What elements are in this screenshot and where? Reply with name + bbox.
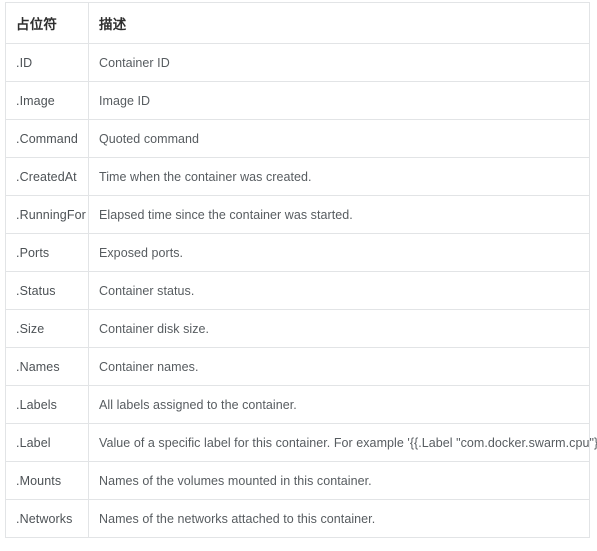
table-row: .CreatedAt Time when the container was cr… — [5, 157, 590, 196]
description-cell: Time when the container was created. — [88, 157, 590, 196]
description-cell: Exposed ports. — [88, 233, 590, 272]
placeholder-cell: .Networks — [5, 499, 89, 538]
placeholder-cell: .Command — [5, 119, 89, 158]
table-body: .ID Container ID .Image Image ID .Command Quo… — [5, 43, 597, 538]
table-header-row: 占位符 描述 — [5, 2, 590, 44]
table-row: .Names Container names. — [5, 347, 590, 386]
placeholder-cell: .Image — [5, 81, 89, 120]
table-header: 占位符 描述 — [5, 2, 590, 44]
docker-format-placeholder-table: 占位符 描述 .ID Container ID .Image Image ID .Com… — [5, 2, 597, 538]
table-row: .Label Value of a specific label for this… — [5, 423, 597, 462]
table-row: .Networks Names of the networks attached … — [5, 499, 590, 538]
table-row: .Labels All labels assigned to the contai… — [5, 385, 590, 424]
placeholder-cell: .RunningFor — [5, 195, 89, 234]
description-cell: Container names. — [88, 347, 590, 386]
page-root: 占位符 描述 .ID Container ID .Image Image ID .Com… — [0, 0, 597, 551]
table-row: .ID Container ID — [5, 43, 590, 82]
placeholder-table-container: 占位符 描述 .ID Container ID .Image Image ID .Com… — [5, 2, 597, 538]
column-header-description: 描述 — [88, 2, 590, 44]
placeholder-cell: .Labels — [5, 385, 89, 424]
placeholder-cell: .Status — [5, 271, 89, 310]
table-row: .Image Image ID — [5, 81, 590, 120]
placeholder-cell: .ID — [5, 43, 89, 82]
placeholder-cell: .Size — [5, 309, 89, 348]
description-cell: Container ID — [88, 43, 590, 82]
description-cell: Names of the networks attached to this c… — [88, 499, 590, 538]
table-row: .Mounts Names of the volumes mounted in t… — [5, 461, 590, 500]
table-row: .RunningFor Elapsed time since the contai… — [5, 195, 590, 234]
placeholder-cell: .Mounts — [5, 461, 89, 500]
table-row: .Command Quoted command — [5, 119, 590, 158]
column-header-placeholder: 占位符 — [5, 2, 89, 44]
description-cell: Names of the volumes mounted in this con… — [88, 461, 590, 500]
placeholder-cell: .Names — [5, 347, 89, 386]
table-row: .Ports Exposed ports. — [5, 233, 590, 272]
description-cell: All labels assigned to the container. — [88, 385, 590, 424]
description-cell: Value of a specific label for this conta… — [88, 423, 597, 462]
table-row: .Size Container disk size. — [5, 309, 590, 348]
placeholder-cell: .Ports — [5, 233, 89, 272]
placeholder-cell: .Label — [5, 423, 89, 462]
placeholder-cell: .CreatedAt — [5, 157, 89, 196]
description-cell: Container status. — [88, 271, 590, 310]
description-cell: Container disk size. — [88, 309, 590, 348]
description-cell: Elapsed time since the container was sta… — [88, 195, 590, 234]
description-cell: Quoted command — [88, 119, 590, 158]
table-row: .Status Container status. — [5, 271, 590, 310]
description-cell: Image ID — [88, 81, 590, 120]
